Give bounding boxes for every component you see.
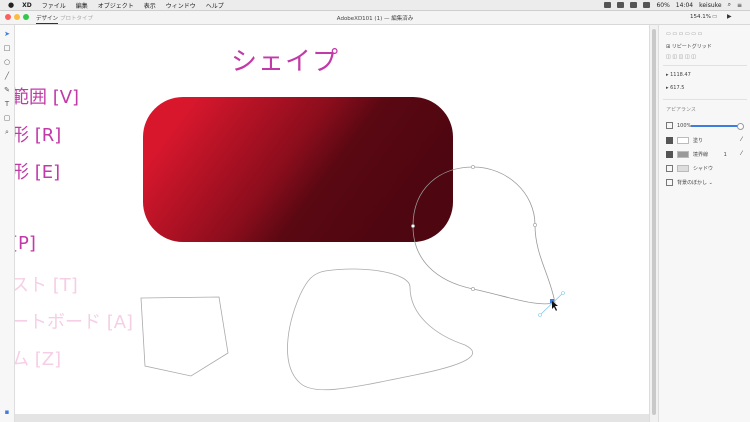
shadow-label: シャドウ bbox=[693, 166, 714, 172]
opacity-row[interactable]: 100% bbox=[666, 122, 691, 129]
menu-help[interactable]: ヘルプ bbox=[206, 1, 224, 10]
vertical-scrollbar[interactable] bbox=[649, 25, 658, 422]
property-inspector: ▭ ▭ ▭ ▭ ▭ ▭ ⊞ リピートグリッド ◫ ◫ ◫ ◫ ◫ ▸ 1118.… bbox=[658, 25, 750, 422]
spotlight-icon[interactable]: ⌕ bbox=[728, 1, 731, 9]
appearance-header: アピアランス bbox=[666, 107, 696, 113]
x-value: 1118.47 bbox=[670, 72, 691, 78]
menu-object[interactable]: オブジェクト bbox=[98, 1, 134, 10]
y-position[interactable]: ▸ 617.5 bbox=[666, 85, 684, 91]
anchor-point[interactable] bbox=[471, 165, 475, 169]
zoom-tool-icon[interactable]: ⌕ bbox=[3, 128, 11, 136]
text-tool-icon[interactable]: T bbox=[3, 100, 11, 108]
shapes-layer bbox=[140, 97, 565, 391]
menu-window[interactable]: ウィンドウ bbox=[166, 1, 196, 10]
opacity-slider-knob[interactable] bbox=[737, 123, 744, 130]
user-name[interactable]: keisuke bbox=[699, 2, 722, 9]
menu-app-name[interactable]: XD bbox=[22, 2, 32, 9]
shadow-row[interactable]: シャドウ bbox=[666, 165, 713, 172]
menu-bar: ● XD ファイル 編集 オブジェクト 表示 ウィンドウ ヘルプ 60% 14:… bbox=[0, 0, 750, 11]
eyedropper-icon[interactable]: ⁄ bbox=[741, 150, 742, 157]
window-title-bar: デザイン プロトタイプ AdobeXD101 (1) — 編集済み 154.1%… bbox=[0, 11, 750, 25]
anchor-point[interactable] bbox=[411, 224, 415, 228]
line-tool-icon[interactable]: ╱ bbox=[3, 72, 11, 80]
play-preview-icon[interactable]: ▶ bbox=[727, 13, 732, 20]
chat-icon[interactable]: ▪ bbox=[3, 408, 11, 416]
artboard[interactable]: シェイプ 範囲 [V] 形 [R] 形 [E] [P] スト [T] ートボード… bbox=[15, 25, 650, 414]
y-value: 617.5 bbox=[670, 85, 685, 91]
border-row[interactable]: 境界線 1 bbox=[666, 151, 727, 158]
blur-row[interactable]: 背景のぼかし ⌄ bbox=[666, 179, 713, 186]
tool-bar: ➤ □ ○ ╱ ✎ T ▢ ⌕ ▪ bbox=[0, 25, 15, 422]
menu-list-icon[interactable]: ≡ bbox=[737, 2, 742, 9]
repeat-grid-label: リピートグリッド bbox=[671, 44, 712, 50]
polygon-shape[interactable] bbox=[140, 296, 229, 377]
anchor-point[interactable] bbox=[533, 223, 537, 227]
border-label: 境界線 bbox=[693, 152, 709, 158]
fill-label: 塗り bbox=[693, 138, 704, 144]
blur-checkbox[interactable] bbox=[666, 179, 673, 186]
wifi-icon[interactable] bbox=[643, 2, 651, 8]
status-icon[interactable] bbox=[630, 2, 638, 8]
scrollbar-thumb[interactable] bbox=[652, 29, 656, 415]
blob-shape[interactable] bbox=[287, 268, 473, 391]
align-row: ▭ ▭ ▭ ▭ ▭ ▭ bbox=[666, 31, 703, 37]
clock[interactable]: 14:04 bbox=[676, 2, 693, 9]
blur-label: 背景のぼかし bbox=[677, 180, 708, 186]
menu-edit[interactable]: 編集 bbox=[76, 1, 88, 10]
anchor-point[interactable] bbox=[471, 287, 475, 291]
design-canvas[interactable]: シェイプ 範囲 [V] 形 [R] 形 [E] [P] スト [T] ートボード… bbox=[15, 25, 650, 422]
apple-icon[interactable]: ● bbox=[8, 1, 14, 9]
pen-tool-icon[interactable]: ✎ bbox=[3, 86, 11, 94]
border-checkbox[interactable] bbox=[666, 151, 673, 158]
ellipse-tool-icon[interactable]: ○ bbox=[3, 58, 11, 66]
divider bbox=[663, 99, 747, 100]
battery-level[interactable]: 60% bbox=[656, 2, 669, 9]
select-tool-icon[interactable]: ➤ bbox=[3, 30, 11, 38]
bezier-handle[interactable] bbox=[538, 313, 542, 317]
eyedropper-icon[interactable]: ⁄ bbox=[741, 136, 742, 143]
border-width-value[interactable]: 1 bbox=[724, 152, 727, 158]
border-swatch[interactable] bbox=[677, 151, 689, 158]
opacity-icon bbox=[666, 122, 673, 129]
menu-file[interactable]: ファイル bbox=[42, 1, 66, 10]
zoom-level[interactable]: 154.1% bbox=[690, 14, 711, 20]
bezier-handle[interactable] bbox=[561, 291, 565, 295]
x-position[interactable]: ▸ 1118.47 bbox=[666, 72, 691, 78]
gradient-rounded-rectangle[interactable] bbox=[143, 97, 453, 242]
fill-checkbox[interactable] bbox=[666, 137, 673, 144]
artboard-tool-icon[interactable]: ▢ bbox=[3, 114, 11, 122]
fill-swatch[interactable] bbox=[677, 137, 689, 144]
shadow-swatch[interactable] bbox=[677, 165, 689, 172]
rectangle-tool-icon[interactable]: □ bbox=[3, 44, 11, 52]
opacity-value: 100% bbox=[677, 123, 692, 129]
shadow-checkbox[interactable] bbox=[666, 165, 673, 172]
document-title: AdobeXD101 (1) — 編集済み bbox=[336, 16, 414, 22]
divider bbox=[663, 65, 747, 66]
status-icon[interactable] bbox=[604, 2, 612, 8]
menu-view[interactable]: 表示 bbox=[144, 1, 156, 10]
repeat-grid-button[interactable]: ⊞ リピートグリッド bbox=[666, 43, 712, 50]
status-icon[interactable] bbox=[617, 2, 625, 8]
desktop-preview-icon[interactable]: ▭ bbox=[712, 14, 717, 20]
fill-row[interactable]: 塗り bbox=[666, 137, 703, 144]
opacity-slider[interactable] bbox=[691, 123, 744, 130]
boolean-ops-row[interactable]: ◫ ◫ ◫ ◫ ◫ bbox=[666, 54, 696, 60]
